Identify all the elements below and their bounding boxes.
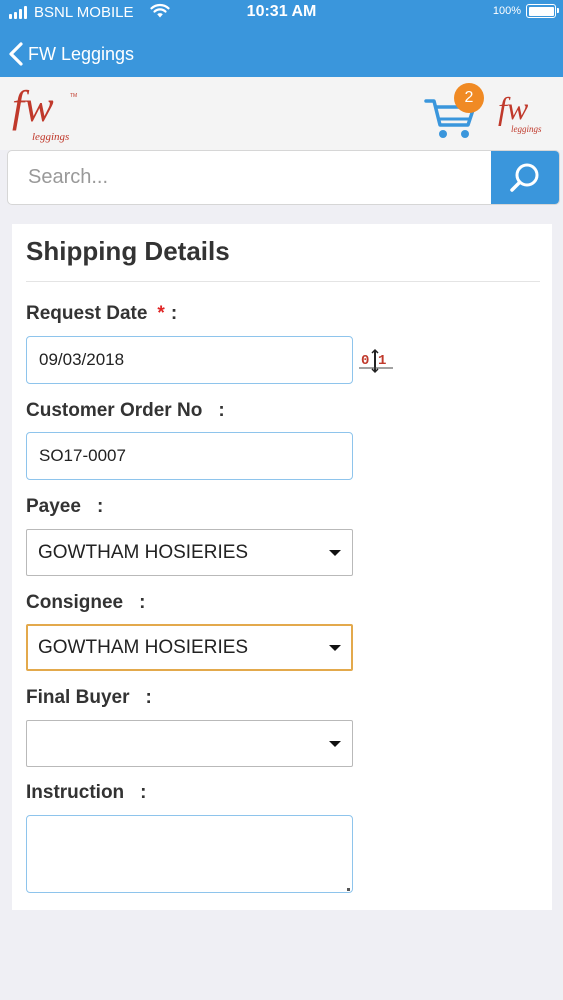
dropdown-arrow-icon (329, 550, 341, 556)
customer-order-no-input[interactable]: SO17-0007 (26, 432, 353, 480)
payee-label: Payee: (26, 496, 104, 517)
svg-text:TM: TM (70, 93, 77, 99)
nav-bar: FW Leggings (0, 36, 563, 72)
final-buyer-label: Final Buyer: (26, 687, 152, 708)
final-buyer-select[interactable] (26, 720, 353, 767)
svg-text:fw: fw (498, 91, 529, 126)
consignee-label: Consignee: (26, 592, 146, 613)
dropdown-arrow-icon (329, 741, 341, 747)
svg-text:leggings: leggings (511, 124, 542, 134)
nav-title[interactable]: FW Leggings (28, 44, 134, 65)
brand-logo-small: fw leggings (498, 91, 542, 134)
request-date-label: Request Date *: (26, 303, 178, 324)
search-icon (510, 163, 539, 192)
resize-handle[interactable] (347, 888, 350, 891)
status-time: 10:31 AM (246, 3, 317, 20)
svg-text:fw: fw (12, 83, 54, 131)
required-asterisk: * (157, 303, 165, 324)
dropdown-arrow-icon (329, 645, 341, 651)
battery-percent: 100% (492, 5, 521, 17)
brand-logo: fw TM leggings (12, 83, 77, 143)
search-button[interactable] (491, 151, 559, 204)
svg-text:1: 1 (378, 353, 386, 369)
shipping-details-card: Shipping Details Request Date *: 09/03/20… (12, 224, 552, 910)
consignee-select[interactable]: GOWTHAM HOSIERIES (26, 624, 353, 671)
search-input[interactable] (8, 151, 492, 204)
consignee-selected-value: GOWTHAM HOSIERIES (38, 637, 249, 658)
page-title: Shipping Details (26, 236, 230, 266)
search-bar (7, 150, 560, 205)
brand-header: fw TM leggings 2 fw leggings (0, 77, 563, 150)
payee-select[interactable]: GOWTHAM HOSIERIES (26, 529, 353, 576)
instruction-label: Instruction: (26, 782, 147, 803)
instruction-textarea[interactable] (26, 815, 353, 893)
svg-text:leggings: leggings (32, 131, 69, 143)
back-chevron-icon[interactable] (6, 40, 26, 68)
status-bar: BSNL MOBILE 10:31 AM 100% (0, 0, 563, 26)
customer-order-no-label: Customer Order No: (26, 400, 225, 421)
date-picker-icon[interactable]: 0 1 (358, 348, 394, 374)
request-date-input[interactable]: 09/03/2018 (26, 336, 353, 384)
battery-icon (526, 4, 559, 18)
cart-count-badge[interactable]: 2 (454, 83, 484, 113)
title-divider (26, 281, 540, 282)
payee-selected-value: GOWTHAM HOSIERIES (38, 542, 249, 563)
svg-text:0: 0 (361, 353, 369, 369)
top-bar: BSNL MOBILE 10:31 AM 100% FW Leggings (0, 0, 563, 77)
